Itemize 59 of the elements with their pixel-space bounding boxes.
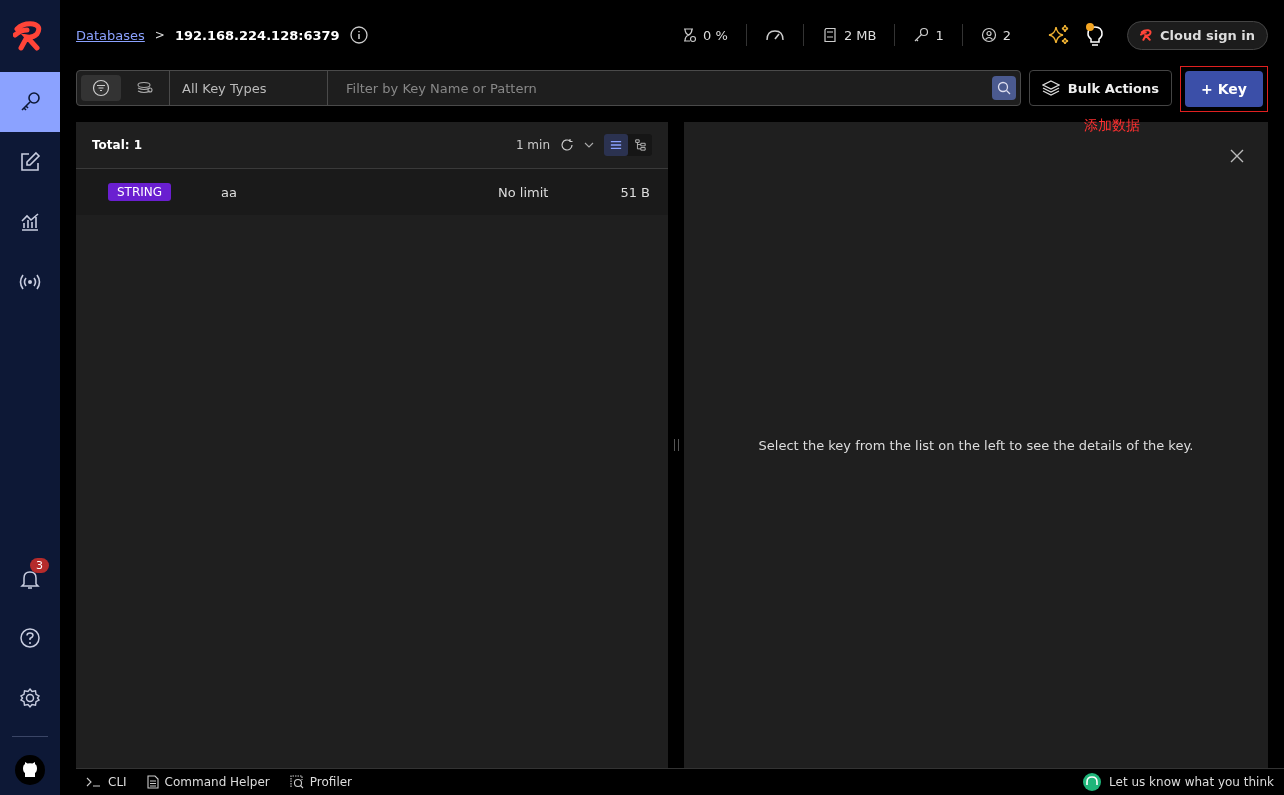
bottom-tab[interactable]: CLI <box>86 775 127 789</box>
feedback-link[interactable]: Let us know what you think <box>1083 773 1274 791</box>
mode-toggle[interactable] <box>81 75 121 101</box>
gauge-icon <box>764 27 785 43</box>
bulk-actions-button[interactable]: Bulk Actions <box>1028 70 1172 106</box>
layers-icon <box>1041 79 1060 97</box>
settings-icon <box>19 687 41 709</box>
list-icon <box>610 139 622 151</box>
memory-icon <box>821 27 838 43</box>
breadcrumb-separator: > <box>154 28 165 42</box>
chart-icon <box>19 211 41 233</box>
filter-bar[interactable]: All Key Types Filter by Key Name or Pattern <box>76 70 1021 106</box>
add-key-button[interactable]: + Key <box>1185 71 1263 107</box>
database-address: 192.168.224.128:6379 <box>174 27 340 43</box>
filter-field[interactable]: Filter by Key Name or Pattern <box>344 79 992 97</box>
headset-icon <box>1083 773 1102 791</box>
refresh-interval: 1 min <box>515 138 550 152</box>
view-toggle[interactable] <box>604 134 628 156</box>
stat-value: 2 MB <box>843 27 877 43</box>
empty-details-message: Select the key from the list on the left to see the details of the key. <box>758 437 1194 453</box>
help-icon <box>19 627 41 649</box>
search-icon <box>996 81 1011 95</box>
key-type-dropdown[interactable]: All Key Types <box>170 71 328 105</box>
edit-icon <box>19 151 41 173</box>
bottom-tab[interactable]: Profiler <box>289 775 353 789</box>
user-icon <box>980 27 997 43</box>
total-count: Total: 1 <box>92 138 144 152</box>
github-icon[interactable] <box>15 755 45 785</box>
layers-search-icon <box>136 81 154 95</box>
refresh-icon[interactable] <box>560 138 574 152</box>
cloud-sign-in-button[interactable]: Cloud sign in <box>1127 20 1268 50</box>
close-icon[interactable] <box>1230 149 1244 163</box>
stat-value: 2 <box>1002 27 1011 43</box>
key-name: aa <box>221 184 239 200</box>
annotation-text: 添加数据 <box>1084 116 1140 134</box>
profiler-icon <box>289 775 304 789</box>
document-icon <box>146 775 159 789</box>
key-ttl: No limit <box>498 184 550 200</box>
key-type-badge: STRING <box>108 183 172 201</box>
bottom-tab[interactable]: Command Helper <box>146 775 270 789</box>
sparkles-icon[interactable] <box>1047 23 1071 47</box>
logo-icon <box>1140 29 1154 41</box>
notifications-button[interactable]: 3 <box>0 550 60 608</box>
key-row[interactable]: STRING aa No limit 51 B <box>76 169 668 215</box>
chevron-down-icon[interactable] <box>584 141 594 149</box>
tree-icon <box>634 138 646 152</box>
hourglass-icon <box>681 27 698 43</box>
info-icon[interactable] <box>349 26 368 44</box>
key-icon <box>19 91 41 113</box>
filter-icon <box>92 79 110 97</box>
key-size: 51 B <box>619 184 650 200</box>
key-icon <box>913 27 930 43</box>
stat-value: 1 <box>935 27 944 43</box>
bell-icon <box>19 568 41 590</box>
databases-link[interactable]: Databases <box>76 27 145 43</box>
stat-value: 0 % <box>703 27 728 43</box>
notification-badge: 3 <box>30 558 49 573</box>
terminal-icon <box>86 777 102 787</box>
search-button[interactable] <box>991 76 1016 100</box>
